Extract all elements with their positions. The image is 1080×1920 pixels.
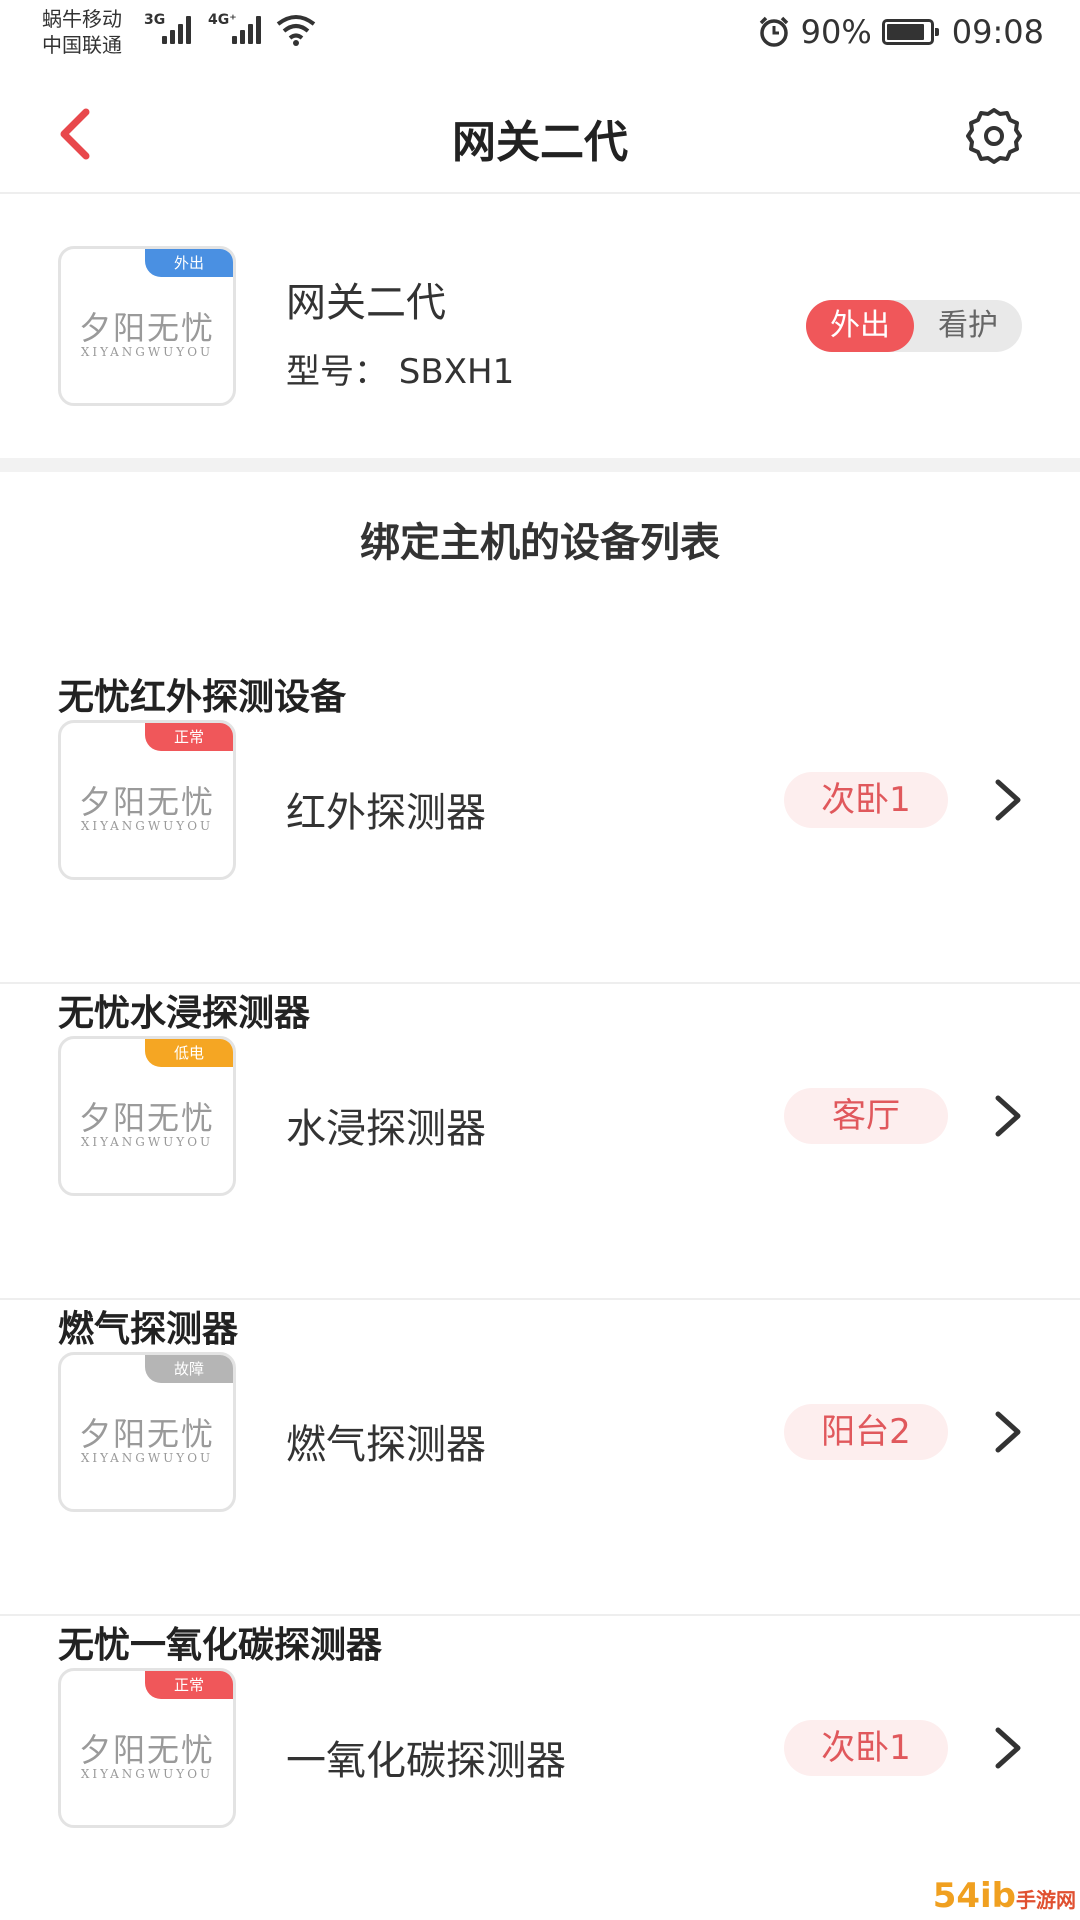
brand-logo-en: XIYANGWUYOU xyxy=(80,1451,214,1465)
device-name[interactable]: 燃气探测器 xyxy=(286,1412,486,1470)
status-bar: 蜗牛移动 中国联通 3G 4G⁺ 90% 09:08 xyxy=(0,0,1080,66)
signal-icon xyxy=(232,14,266,44)
gateway-name: 网关二代 xyxy=(286,280,446,326)
device-group: 燃气探测器 故障 夕阳无忧 XIYANGWUYOU 燃气探测器 阳台2 xyxy=(0,1300,1080,1616)
brand-logo: 夕阳无忧 xyxy=(78,309,215,347)
room-badge: 次卧1 xyxy=(784,1720,948,1776)
gateway-thumbnail: 外出 夕阳无忧 XIYANGWUYOU xyxy=(58,246,236,406)
mode-toggle[interactable]: 外出 看护 xyxy=(806,300,1022,352)
carrier-2: 中国联通 xyxy=(42,33,122,57)
device-group: 无忧水浸探测器 低电 夕阳无忧 XIYANGWUYOU 水浸探测器 客厅 xyxy=(0,984,1080,1300)
brand-logo: 夕阳无忧 xyxy=(78,1415,215,1453)
group-title: 无忧一氧化碳探测器 xyxy=(58,1625,383,1666)
watermark-sub: 手游网 xyxy=(1016,1888,1076,1912)
signal-icon xyxy=(162,14,196,44)
device-list-title: 绑定主机的设备列表 xyxy=(360,520,720,566)
alarm-icon xyxy=(759,16,788,47)
device-group: 无忧一氧化碳探测器 正常 夕阳无忧 XIYANGWUYOU 一氧化碳探测器 次卧… xyxy=(0,1616,1080,1920)
chevron-right-icon[interactable] xyxy=(990,1724,1026,1772)
carrier-labels: 蜗牛移动 中国联通 xyxy=(42,6,122,58)
chevron-right-icon[interactable] xyxy=(990,1092,1026,1140)
nav-bar: 网关二代 xyxy=(0,66,1080,194)
brand-logo: 夕阳无忧 xyxy=(78,783,215,821)
group-title: 燃气探测器 xyxy=(58,1309,239,1350)
room-badge: 客厅 xyxy=(784,1088,948,1144)
room-badge: 次卧1 xyxy=(784,772,948,828)
brand-logo-en: XIYANGWUYOU xyxy=(80,345,214,359)
brand-logo-en: XIYANGWUYOU xyxy=(80,1135,214,1149)
gear-icon[interactable] xyxy=(964,106,1024,166)
group-title: 无忧水浸探测器 xyxy=(58,993,311,1034)
mode-option-away[interactable]: 外出 xyxy=(806,300,914,352)
group-title: 无忧红外探测设备 xyxy=(58,677,347,718)
gateway-card[interactable]: 外出 夕阳无忧 XIYANGWUYOU 网关二代 型号： SBXH1 外出 看护 xyxy=(0,196,1080,456)
section-divider xyxy=(0,458,1080,472)
device-thumbnail: 正常 夕阳无忧 XIYANGWUYOU xyxy=(58,720,236,880)
brand-logo: 夕阳无忧 xyxy=(78,1099,215,1137)
carrier-1: 蜗牛移动 xyxy=(42,7,122,31)
room-badge: 阳台2 xyxy=(784,1404,948,1460)
gateway-status-badge: 外出 xyxy=(145,249,233,277)
device-thumbnail: 故障 夕阳无忧 XIYANGWUYOU xyxy=(58,1352,236,1512)
clock: 09:08 xyxy=(951,13,1044,51)
brand-logo: 夕阳无忧 xyxy=(78,1731,215,1769)
device-status-badge: 正常 xyxy=(145,1671,233,1699)
brand-logo-en: XIYANGWUYOU xyxy=(80,819,214,833)
status-right: 90% 09:08 xyxy=(757,12,1044,52)
device-thumbnail: 正常 夕阳无忧 XIYANGWUYOU xyxy=(58,1668,236,1828)
battery-percent: 90% xyxy=(800,13,872,51)
device-status-badge: 正常 xyxy=(145,723,233,751)
wifi-icon xyxy=(276,15,316,46)
brand-logo-en: XIYANGWUYOU xyxy=(80,1767,214,1781)
device-name[interactable]: 水浸探测器 xyxy=(286,1096,486,1154)
page-title: 网关二代 xyxy=(452,117,628,168)
device-name[interactable]: 红外探测器 xyxy=(286,780,486,838)
chevron-right-icon[interactable] xyxy=(990,776,1026,824)
watermark-brand: 54ib xyxy=(932,1876,1016,1916)
mode-option-care[interactable]: 看护 xyxy=(914,300,1022,352)
battery-icon xyxy=(881,19,939,45)
device-status-badge: 低电 xyxy=(145,1039,233,1067)
device-thumbnail: 低电 夕阳无忧 XIYANGWUYOU xyxy=(58,1036,236,1196)
device-group: 无忧红外探测设备 正常 夕阳无忧 XIYANGWUYOU 红外探测器 次卧1 xyxy=(0,668,1080,984)
device-status-badge: 故障 xyxy=(145,1355,233,1383)
device-name[interactable]: 一氧化碳探测器 xyxy=(286,1728,566,1786)
gateway-model: 型号： SBXH1 xyxy=(286,352,515,392)
chevron-right-icon[interactable] xyxy=(990,1408,1026,1456)
watermark-logo: 54ib手游网 xyxy=(933,1876,1076,1916)
